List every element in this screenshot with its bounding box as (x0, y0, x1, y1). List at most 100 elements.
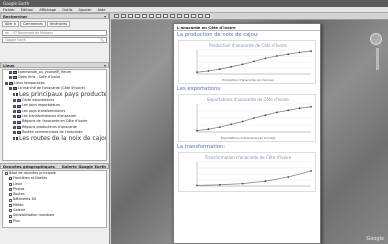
toolbar-button[interactable] (121, 14, 126, 18)
toolbar-button[interactable] (170, 14, 175, 18)
toolbar-button[interactable] (142, 14, 147, 18)
folder-icon (17, 99, 21, 103)
chart-title: Transformation d'anacarde de Côte d'Ivoi… (204, 155, 292, 160)
checkbox[interactable] (9, 209, 12, 213)
folder-icon (13, 71, 17, 75)
layer-item[interactable]: Plus (3, 219, 106, 224)
checkbox[interactable] (13, 104, 16, 108)
menu-item[interactable]: Fichier (3, 8, 15, 12)
search-results-area (0, 44, 109, 62)
search-hint: Google Earth (5, 38, 26, 42)
data-point (218, 183, 221, 186)
toolbar-button[interactable] (177, 14, 182, 18)
folder-icon (16, 137, 18, 141)
places-tree: commande_ou_yourselfl_Heure Open Kmz - Co… (2, 69, 107, 161)
checkbox[interactable] (13, 125, 16, 129)
folder-icon (17, 104, 21, 108)
toolbar-button[interactable] (184, 14, 189, 18)
toolbar-button[interactable] (156, 14, 161, 18)
checkbox[interactable] (9, 177, 12, 181)
checkbox[interactable] (13, 93, 15, 97)
checkbox[interactable] (9, 71, 12, 75)
search-input[interactable]: ex. : 37 Boulevard de Maisons (2, 30, 107, 36)
toolbar-button[interactable] (205, 14, 210, 18)
window-title: Google Earth (3, 1, 30, 6)
menu-item[interactable]: Outils (62, 8, 72, 12)
checkbox[interactable] (5, 81, 8, 85)
checkbox[interactable] (9, 182, 12, 186)
search-icon[interactable]: 🔍 (100, 38, 104, 42)
toolbar-button[interactable] (191, 14, 196, 18)
search-box[interactable]: Google Earth 🔍 (2, 37, 107, 43)
menu-item[interactable]: Affichage (39, 8, 56, 12)
checkbox[interactable] (9, 87, 12, 91)
tab-goto[interactable]: Aller à (2, 21, 19, 27)
toolbar-button[interactable] (149, 14, 154, 18)
menu-item[interactable]: Édition (21, 8, 33, 12)
data-point (264, 114, 267, 117)
section-heading-exports: Les exportations: (177, 86, 222, 92)
data-point (230, 65, 233, 68)
checkbox[interactable] (9, 203, 12, 207)
places-tree-item[interactable]: Les principaux pays producteurs (3, 91, 106, 98)
data-point (241, 120, 244, 123)
series-line (196, 170, 312, 186)
places-tree-item[interactable]: Les routes de la noix de cajou (3, 135, 106, 142)
collapse-icon[interactable]: ▾ (104, 63, 106, 68)
checkbox[interactable] (9, 188, 12, 192)
folder-icon (13, 87, 17, 91)
checkbox[interactable] (9, 76, 12, 80)
tab-directions[interactable]: Itinéraires (47, 21, 71, 27)
compass-icon[interactable] (370, 33, 382, 45)
data-point (310, 105, 312, 108)
checkbox[interactable] (9, 193, 12, 197)
popup-title: L'anacarde en Côte d'Ivoire (174, 24, 320, 31)
data-point (241, 63, 244, 66)
data-point (287, 53, 290, 56)
data-point (196, 71, 198, 74)
data-point (253, 117, 255, 119)
balloon-popup: L'anacarde en Côte d'Ivoire La productio… (173, 23, 321, 244)
layers-panel-header[interactable]: Données géographiques Galerie Google Eart… (0, 163, 109, 169)
checkbox[interactable] (13, 137, 15, 141)
folder-icon (17, 109, 21, 113)
checkbox[interactable] (9, 198, 12, 202)
data-point (298, 51, 301, 54)
checkbox[interactable] (13, 131, 16, 135)
menu-item[interactable]: Aide (98, 8, 106, 12)
places-item-label: Les principaux pays producteurs (19, 91, 107, 99)
data-point (218, 68, 221, 71)
places-item-label: Les routes de la noix de cajou (19, 135, 107, 143)
toolbar-button[interactable] (198, 14, 203, 18)
data-point (264, 180, 267, 183)
collapse-icon[interactable]: ▾ (104, 14, 106, 19)
checkbox[interactable] (5, 172, 8, 176)
data-point (310, 170, 312, 172)
tab-businesses[interactable]: Commerces (19, 21, 47, 27)
layers-header-label: Données géographiques (3, 164, 55, 169)
zoom-slider[interactable] (375, 48, 379, 70)
checkbox[interactable] (13, 120, 16, 124)
toolbar-button[interactable] (163, 14, 168, 18)
checkbox[interactable] (13, 109, 16, 113)
navigation-controls[interactable] (370, 33, 384, 73)
places-header-label: Lieux (3, 63, 15, 68)
data-point (196, 184, 198, 187)
checkbox[interactable] (13, 99, 16, 103)
checkbox[interactable] (9, 219, 12, 223)
layers-tree: Base de données principale Frontières et … (2, 170, 107, 228)
toolbar-button[interactable] (114, 14, 119, 18)
checkbox[interactable] (13, 115, 16, 119)
toolbar-button[interactable] (135, 14, 140, 18)
map-view[interactable]: L'anacarde en Côte d'Ivoire La productio… (111, 13, 388, 244)
menu-item[interactable]: Ajouter (78, 8, 91, 12)
checkbox[interactable] (9, 214, 12, 218)
data-point (241, 182, 244, 185)
map-toolbar (111, 13, 388, 20)
folder-icon (17, 131, 21, 135)
gallery-link[interactable]: Galerie Google Earth (62, 164, 106, 169)
places-panel-header[interactable]: Lieux ▾ (0, 62, 109, 68)
data-point (264, 57, 267, 60)
toolbar-button[interactable] (128, 14, 133, 18)
data-point (275, 111, 278, 114)
